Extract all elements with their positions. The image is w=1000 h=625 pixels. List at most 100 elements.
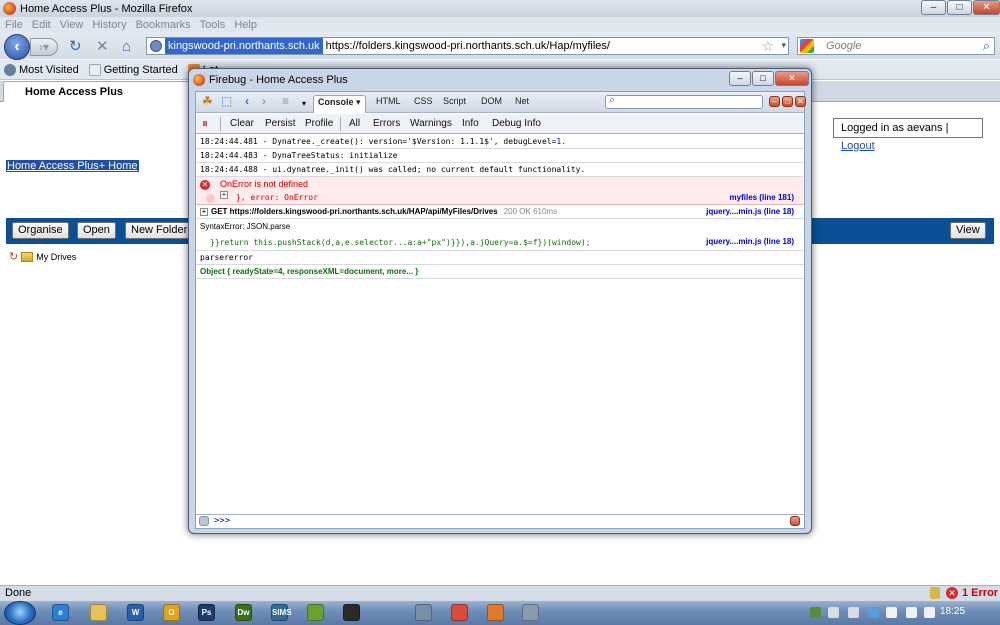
error-indicator-icon[interactable] bbox=[790, 516, 800, 526]
update-icon[interactable] bbox=[886, 607, 897, 618]
new-folder-button[interactable]: New Folder bbox=[125, 222, 194, 239]
ie-icon[interactable]: e bbox=[52, 604, 69, 621]
home-icon[interactable]: ⌂ bbox=[122, 39, 131, 54]
expand-icon[interactable]: + bbox=[200, 207, 208, 216]
spotify-icon[interactable] bbox=[307, 604, 324, 621]
close-button[interactable]: ✕ bbox=[973, 0, 1000, 15]
profile-button[interactable]: Profile bbox=[305, 118, 333, 129]
reload-icon[interactable]: ↻ bbox=[69, 39, 82, 54]
filter-warnings[interactable]: Warnings bbox=[410, 118, 452, 129]
tab-script[interactable]: Script bbox=[443, 96, 466, 106]
bookmark-getting-started[interactable]: Getting Started bbox=[88, 63, 178, 76]
outlook-icon[interactable]: O bbox=[163, 604, 180, 621]
firebug-maximize-button[interactable]: □ bbox=[752, 71, 774, 86]
firebug-close-icon[interactable]: ✕ bbox=[795, 96, 806, 107]
blackberry-icon[interactable] bbox=[343, 604, 360, 621]
tab-net[interactable]: Net bbox=[515, 96, 529, 106]
maximize-button[interactable]: □ bbox=[947, 0, 972, 15]
firebug-minimize-button[interactable]: – bbox=[729, 71, 751, 86]
back-arrow-icon[interactable]: ‹ bbox=[245, 94, 249, 109]
google-icon[interactable] bbox=[800, 39, 814, 53]
persist-button[interactable]: Persist bbox=[265, 118, 296, 129]
request-url[interactable]: GET https://folders.kingswood-pri.northa… bbox=[211, 207, 498, 216]
filter-errors[interactable]: Errors bbox=[373, 118, 400, 129]
flag-icon[interactable] bbox=[828, 607, 839, 618]
site-identity-label[interactable]: kingswood-pri.northants.sch.uk bbox=[165, 38, 323, 54]
breakpoint-icon[interactable] bbox=[206, 194, 215, 203]
object-more-link[interactable]: more... bbox=[387, 267, 413, 276]
search-icon[interactable]: ⌕ bbox=[983, 38, 990, 54]
tab-html[interactable]: HTML bbox=[376, 96, 401, 106]
expand-icon[interactable]: + bbox=[220, 191, 228, 199]
bluetooth-icon[interactable] bbox=[868, 607, 879, 618]
tab-css[interactable]: CSS bbox=[414, 96, 433, 106]
list-icon[interactable]: ≡ bbox=[282, 94, 289, 109]
photoshop-icon[interactable]: Ps bbox=[198, 604, 215, 621]
refresh-icon[interactable]: ↻ bbox=[9, 250, 18, 263]
url-text[interactable]: https://folders.kingswood-pri.northants.… bbox=[326, 40, 610, 52]
site-identity-icon[interactable] bbox=[150, 40, 162, 52]
tool-icon[interactable] bbox=[415, 604, 432, 621]
chevron-down-icon[interactable]: ▾ bbox=[302, 96, 306, 111]
misc-icon[interactable] bbox=[522, 604, 539, 621]
object-row[interactable]: Object { readyState=4, responseXML=docum… bbox=[196, 265, 804, 279]
my-drives-label[interactable]: My Drives bbox=[36, 252, 76, 262]
tab-console[interactable]: Console ▾ bbox=[313, 95, 366, 113]
firebug-close-button[interactable]: ✕ bbox=[775, 71, 809, 86]
break-on-error-icon[interactable]: ⏸ bbox=[202, 116, 208, 131]
lock-icon[interactable] bbox=[930, 587, 940, 599]
menu-file[interactable]: File bbox=[5, 19, 23, 31]
error-count[interactable]: 1 Error bbox=[962, 587, 998, 599]
request-source-link[interactable]: jquery....min.js (line 18) bbox=[706, 205, 794, 219]
explorer-icon[interactable] bbox=[90, 604, 107, 621]
start-button[interactable] bbox=[4, 601, 36, 625]
tray-icon[interactable] bbox=[848, 607, 859, 618]
error-icon[interactable]: ✕ bbox=[946, 587, 958, 599]
home-link[interactable]: Home Access Plus+ Home bbox=[6, 160, 139, 172]
firebug-detach-icon[interactable]: □ bbox=[782, 96, 793, 107]
syntax-error-source-link[interactable]: jquery....min.js (line 18) bbox=[706, 237, 794, 246]
volume-icon[interactable] bbox=[924, 607, 935, 618]
net-request-row[interactable]: + GET https://folders.kingswood-pri.north… bbox=[196, 205, 804, 219]
menu-tools[interactable]: Tools bbox=[200, 19, 226, 31]
network-icon[interactable] bbox=[906, 607, 917, 618]
search-bar[interactable]: Google ⌕ bbox=[797, 37, 995, 55]
menu-history[interactable]: History bbox=[92, 19, 126, 31]
tab-dom[interactable]: DOM bbox=[481, 96, 502, 106]
url-bar[interactable]: kingswood-pri.northants.sch.uk https://f… bbox=[146, 37, 789, 55]
inspect-icon[interactable]: ⬚ bbox=[221, 94, 232, 109]
tab-home-access-plus[interactable]: Home Access Plus bbox=[3, 81, 193, 102]
filter-info[interactable]: Info bbox=[462, 118, 479, 129]
menu-help[interactable]: Help bbox=[234, 19, 257, 31]
firebug-menu-icon[interactable]: ☘ bbox=[202, 94, 213, 109]
bookmark-star-icon[interactable]: ☆ bbox=[761, 38, 774, 55]
forward-button[interactable]: ›▾ bbox=[30, 38, 58, 56]
menu-edit[interactable]: Edit bbox=[32, 19, 51, 31]
firebug-search-input[interactable]: ⌕ bbox=[605, 94, 763, 109]
clear-button[interactable]: Clear bbox=[230, 118, 254, 129]
open-button[interactable]: Open bbox=[77, 222, 116, 239]
sims-icon[interactable]: SIMS bbox=[271, 604, 292, 621]
chrome-icon[interactable] bbox=[451, 604, 468, 621]
filter-all[interactable]: All bbox=[349, 118, 360, 129]
tray-icon[interactable] bbox=[810, 607, 821, 618]
command-editor-icon[interactable] bbox=[199, 516, 209, 526]
back-button[interactable]: ‹ bbox=[4, 34, 30, 60]
view-button[interactable]: View bbox=[950, 222, 986, 239]
error-source-link[interactable]: myfiles (line 181) bbox=[730, 193, 794, 202]
menu-view[interactable]: View bbox=[60, 19, 84, 31]
filter-debug-info[interactable]: Debug Info bbox=[492, 118, 541, 129]
menu-bookmarks[interactable]: Bookmarks bbox=[136, 19, 191, 31]
my-drives-item[interactable]: ↻ My Drives bbox=[9, 250, 76, 263]
firebug-minimize-icon[interactable]: – bbox=[769, 96, 780, 107]
command-line[interactable]: >>> bbox=[196, 514, 804, 528]
error-message[interactable]: OnError is not defined bbox=[220, 179, 308, 189]
stop-icon[interactable]: ✕ bbox=[96, 39, 109, 54]
word-icon[interactable]: W bbox=[127, 604, 144, 621]
forward-arrow-icon[interactable]: › bbox=[262, 94, 266, 109]
clock[interactable]: 18:25 bbox=[940, 606, 965, 617]
url-dropdown-icon[interactable]: ▾ bbox=[781, 40, 786, 51]
logout-link[interactable]: Logout bbox=[841, 140, 875, 152]
minimize-button[interactable]: – bbox=[921, 0, 946, 15]
error-entry[interactable]: ✕ OnError is not defined + }, error: OnE… bbox=[196, 177, 804, 205]
